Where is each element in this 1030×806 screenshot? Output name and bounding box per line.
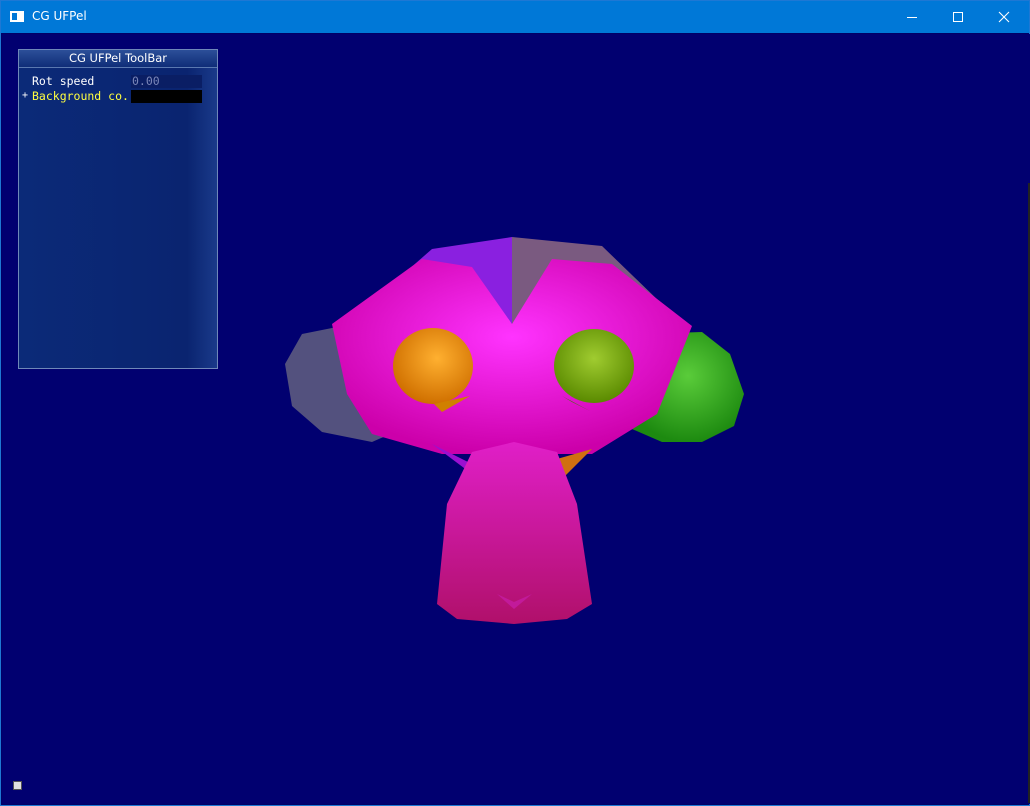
minimize-button[interactable]	[889, 1, 935, 33]
app-window-icon	[10, 11, 24, 22]
background-color-row[interactable]: + Background co..	[19, 89, 217, 103]
render-viewport[interactable]: CG UFPel ToolBar Rot speed 0.00 + Backgr…	[2, 34, 1030, 804]
toolbar-panel[interactable]: CG UFPel ToolBar Rot speed 0.00 + Backgr…	[18, 49, 218, 369]
background-color-label: Background co..	[32, 89, 136, 103]
background-color-swatch[interactable]	[131, 90, 202, 103]
toolbar-title[interactable]: CG UFPel ToolBar	[19, 50, 217, 68]
rot-speed-label: Rot speed	[32, 74, 95, 88]
resize-grip-icon	[13, 781, 22, 790]
close-button[interactable]	[981, 1, 1027, 33]
rot-speed-value[interactable]: 0.00	[131, 75, 202, 88]
left-eye	[393, 328, 473, 404]
maximize-button[interactable]	[935, 1, 981, 33]
rot-speed-row[interactable]: Rot speed 0.00	[19, 74, 217, 88]
app-window: CG UFPel CG UFPel ToolBar Rot speed 0.00…	[0, 0, 1030, 806]
close-icon	[998, 11, 1010, 23]
maximize-icon	[953, 12, 963, 22]
right-eye	[554, 329, 634, 403]
window-title: CG UFPel	[32, 9, 87, 23]
title-bar[interactable]: CG UFPel	[1, 1, 1029, 33]
minimize-icon	[907, 17, 917, 18]
expand-icon[interactable]: +	[22, 89, 28, 103]
